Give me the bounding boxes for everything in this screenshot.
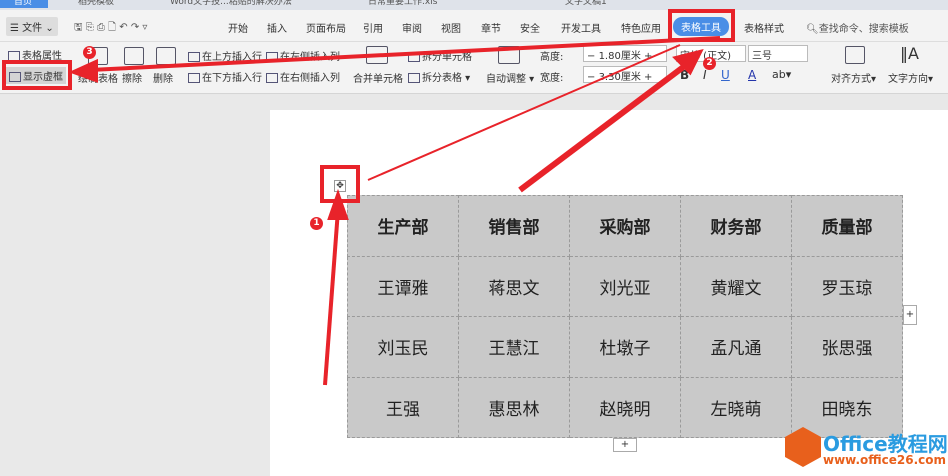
callout-1: 1 bbox=[310, 217, 323, 230]
callout-3: 3 bbox=[83, 46, 96, 59]
arrow-3 bbox=[89, 36, 721, 72]
callout-2: 2 bbox=[703, 57, 716, 70]
watermark-url: www.office26.com bbox=[823, 453, 947, 467]
highlight-box-show-gridlines bbox=[2, 60, 72, 90]
arrow-line-2 bbox=[367, 44, 681, 181]
annotation-arrows bbox=[68, 36, 721, 386]
highlight-box-move-handle bbox=[320, 165, 360, 203]
arrowhead-3 bbox=[68, 58, 98, 83]
highlight-box-table-tools bbox=[668, 9, 735, 42]
arrow-2 bbox=[518, 59, 692, 193]
arrow-1 bbox=[323, 209, 340, 386]
